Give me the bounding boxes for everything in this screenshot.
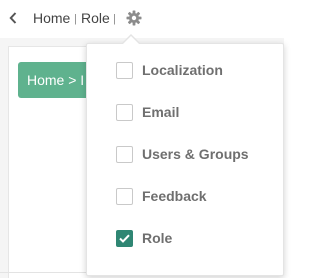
breadcrumb-separator: | xyxy=(113,13,116,25)
gear-icon[interactable] xyxy=(126,10,142,26)
checkbox-email[interactable] xyxy=(116,103,133,121)
option-role[interactable]: Role xyxy=(116,228,276,248)
option-label: Role xyxy=(142,230,173,246)
checkmark-icon xyxy=(119,234,130,243)
option-users-groups[interactable]: Users & Groups xyxy=(116,144,276,164)
top-bar: Home | Role | xyxy=(0,0,284,38)
option-label: Email xyxy=(142,104,180,120)
option-email[interactable]: Email xyxy=(116,102,276,122)
option-label: Localization xyxy=(142,62,223,78)
option-localization[interactable]: Localization xyxy=(116,60,276,80)
chevron-left-icon[interactable] xyxy=(6,9,20,27)
breadcrumb-home[interactable]: Home xyxy=(33,10,70,26)
breadcrumb-separator: | xyxy=(74,13,77,25)
checkbox-role[interactable] xyxy=(116,229,133,247)
option-feedback[interactable]: Feedback xyxy=(116,186,276,206)
checkbox-localization[interactable] xyxy=(116,61,133,79)
checkbox-feedback[interactable] xyxy=(116,187,133,205)
breadcrumb-current[interactable]: Role xyxy=(81,10,110,26)
option-label: Feedback xyxy=(142,188,207,204)
dropdown-caret-fill xyxy=(122,36,140,45)
checkbox-users-groups[interactable] xyxy=(116,145,133,163)
option-label: Users & Groups xyxy=(142,146,249,162)
